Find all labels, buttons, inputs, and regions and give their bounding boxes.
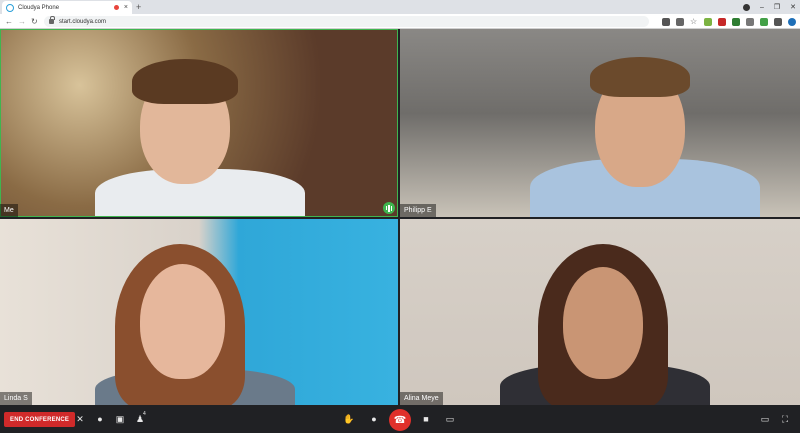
participant-count-badge: 4 — [143, 411, 146, 417]
url-text: start.cloudya.com — [59, 18, 107, 25]
video-grid: Me Philipp E Linda S Alina Meye — [0, 29, 800, 405]
participant-name-tag: Philipp E — [400, 204, 436, 217]
minimize-button[interactable]: – — [760, 4, 764, 11]
lock-icon[interactable]: ▣ — [114, 413, 126, 425]
cloudya-favicon-icon — [6, 3, 14, 12]
bookmark-star-icon[interactable]: ☆ — [690, 17, 698, 26]
red-extension-icon[interactable] — [718, 17, 726, 26]
address-bar[interactable]: start.cloudya.com — [44, 16, 649, 27]
check-extension-icon[interactable] — [760, 17, 768, 26]
participant-face — [563, 267, 643, 379]
speaking-indicator-icon — [383, 202, 395, 214]
hangup-icon: ☎ — [393, 414, 407, 426]
sync-extension-icon[interactable] — [746, 17, 754, 26]
video-icon[interactable]: ■ — [420, 413, 432, 425]
close-window-button[interactable]: ✕ — [790, 3, 796, 11]
tab-title: Cloudya Phone — [18, 4, 60, 11]
new-tab-button[interactable]: + — [136, 2, 141, 12]
fullscreen-icon[interactable]: ⛶ — [779, 413, 791, 425]
video-tile-alina[interactable]: Alina Meye — [400, 219, 800, 405]
microphone-icon[interactable]: ● — [94, 413, 106, 425]
account-avatar-icon[interactable] — [788, 17, 796, 26]
shield-extension-icon[interactable] — [732, 17, 740, 26]
lock-icon — [49, 16, 55, 24]
browser-toolbar: ← → ↻ start.cloudya.com ☆ ⋮ — [0, 14, 800, 29]
mute-speaker-icon[interactable]: ✕ — [74, 413, 86, 425]
hangup-button[interactable]: ☎ — [389, 409, 411, 431]
participant-name-tag: Me — [0, 204, 18, 217]
maximize-button[interactable]: ❐ — [774, 3, 780, 11]
key-extension-icon[interactable] — [676, 17, 684, 26]
video-tile-linda[interactable]: Linda S — [0, 219, 398, 405]
reload-icon[interactable]: ↻ — [31, 16, 38, 27]
browser-window: Cloudya Phone × + – ❐ ✕ ← → ↻ start.clou… — [0, 0, 800, 433]
call-control-bar: END CONFERENCE ✕ ● ▣ ♟ 4 ✋ ● ☎ ■ ▭ ▭ ⛶ — [0, 405, 800, 433]
tab-cloudya-phone[interactable]: Cloudya Phone × — [2, 1, 132, 14]
recording-indicator-icon — [113, 5, 119, 10]
profile-icon[interactable] — [742, 3, 750, 11]
window-controls: – ❐ ✕ — [742, 1, 796, 13]
tab-strip: Cloudya Phone × + – ❐ ✕ — [0, 0, 800, 14]
extensions-area: ☆ ⋮ — [662, 16, 800, 27]
back-icon[interactable]: ← — [5, 16, 13, 27]
green-extension-icon[interactable] — [704, 17, 712, 26]
active-speaker-border — [0, 29, 398, 217]
video-tile-me[interactable]: Me — [0, 29, 398, 217]
end-conference-button[interactable]: END CONFERENCE — [4, 412, 76, 427]
tab-close-icon[interactable]: × — [124, 4, 128, 11]
forward-icon[interactable]: → — [18, 16, 26, 27]
mic-icon[interactable]: ● — [368, 413, 380, 425]
participant-hair — [590, 57, 690, 97]
participant-name-tag: Linda S — [0, 392, 32, 405]
screen-share-icon[interactable]: ▭ — [444, 413, 456, 425]
window-icon[interactable]: ▭ — [759, 413, 771, 425]
participant-name-tag: Alina Meye — [400, 392, 443, 405]
raise-hand-icon[interactable]: ✋ — [343, 413, 355, 425]
video-tile-philipp[interactable]: Philipp E — [400, 29, 800, 217]
participant-face — [140, 264, 225, 379]
puzzle-extensions-icon[interactable] — [774, 17, 782, 26]
camera-extension-icon[interactable] — [662, 17, 670, 26]
